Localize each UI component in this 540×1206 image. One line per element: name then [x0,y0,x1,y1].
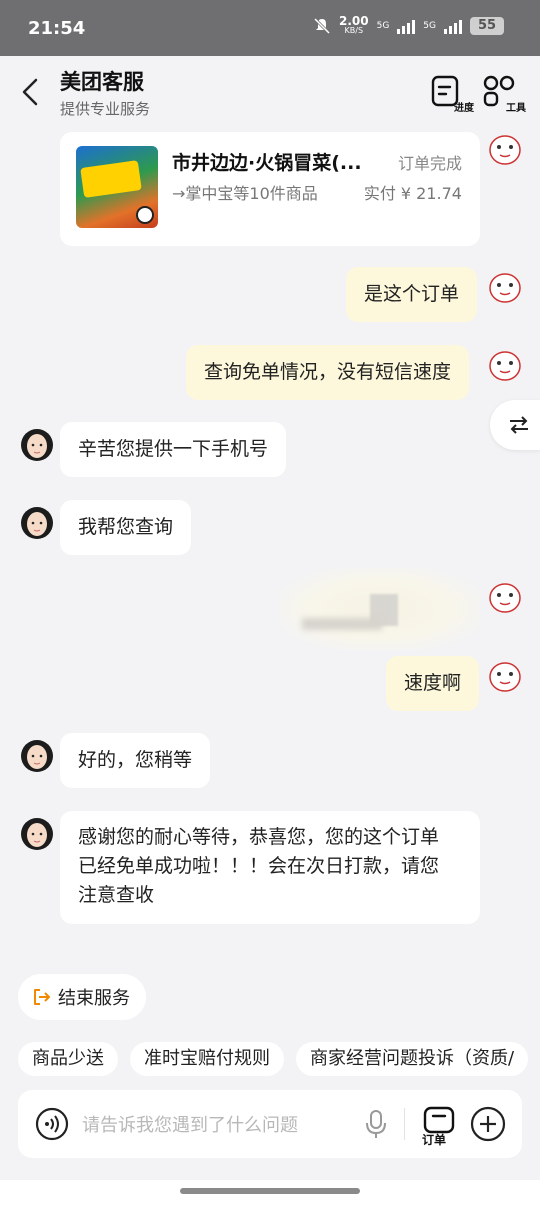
end-service-button[interactable]: 结束服务 [18,974,146,1020]
signal-2-bars-icon [444,18,462,34]
battery-icon: 55 [470,17,504,35]
exit-icon [34,989,50,1005]
message-input[interactable] [82,1112,352,1138]
progress-label: 进度 [454,103,474,114]
plus-icon[interactable] [470,1106,506,1142]
input-bar: 订单 [18,1090,522,1158]
message-bubble-agent: 辛苦您提供一下手机号 [60,422,287,477]
message-bubble-user: 速度啊 [386,656,480,711]
quick-reply-chips: 商品少送 准时宝赔付规则 商家经营问题投诉（资质/ [18,1042,540,1078]
order-price: 实付 ¥ 21.74 [363,184,462,203]
message-bubble-agent: 我帮您查询 [60,500,192,555]
message-bubble-agent: 感谢您的耐心等待，恭喜您，您的这个订单 已经免单成功啦！！！会在次日打款，请您 … [60,811,480,924]
signal-2-label: 5G [423,21,436,31]
message-line: 感谢您的耐心等待，恭喜您，您的这个订单 [78,826,440,848]
user-avatar [489,583,521,613]
quick-chip[interactable]: 商家经营问题投诉（资质/ [296,1042,529,1076]
tools-label: 工具 [506,103,526,114]
agent-avatar [21,740,53,772]
quick-chip[interactable]: 准时宝赔付规则 [130,1042,284,1076]
order-bag-icon [423,1106,455,1134]
agent-avatar [21,507,53,539]
net-speed: 2.00 KB/S [338,14,369,35]
microphone-icon[interactable] [364,1108,388,1140]
divider [404,1108,405,1140]
message-line: 注意查收 [78,884,155,906]
order-label: 订单 [422,1133,447,1147]
signal-1-label: 5G [376,21,390,31]
agent-avatar [21,429,53,461]
order-status: 订单完成 [397,154,462,173]
order-store-name: 市井边边·火锅冒菜(... [172,152,362,174]
tools-button[interactable]: 工具 [482,74,526,114]
signal-1-bars-icon [397,18,416,34]
agent-avatar [21,818,53,850]
user-avatar [489,135,521,165]
order-thumbnail [76,146,158,228]
status-bar: 21:54 2.00 KB/S 5G 5G 55 [0,0,540,56]
football-icon [136,206,154,224]
message-bubble-user: 是这个订单 [346,267,478,322]
user-avatar [489,273,521,303]
back-arrow-icon[interactable] [18,76,44,108]
message-bubble-user: 查询免单情况，没有短信速度 [186,345,470,400]
mute-bell-icon [313,17,331,35]
voice-input-icon[interactable] [34,1106,70,1142]
status-time: 21:54 [28,18,86,39]
quick-chip[interactable]: 商品少送 [18,1042,118,1076]
chat-area[interactable]: 市井边边·火锅冒菜(... 订单完成 →掌中宝等10件商品 实付 ¥ 21.74… [0,130,540,960]
message-bubble-agent: 好的，您稍等 [60,733,211,788]
home-indicator[interactable] [180,1188,360,1194]
page-title: 美团客服 [60,70,144,94]
page-subtitle: 提供专业服务 [60,100,151,118]
user-avatar [489,662,521,692]
order-button[interactable]: 订单 [420,1104,460,1147]
redacted-message [280,568,480,650]
user-avatar [489,351,521,381]
progress-button[interactable]: 进度 [430,74,474,114]
order-card[interactable]: 市井边边·火锅冒菜(... 订单完成 →掌中宝等10件商品 实付 ¥ 21.74 [60,132,480,246]
order-items: →掌中宝等10件商品 [172,184,318,203]
end-service-label: 结束服务 [58,988,130,1009]
status-icons: 2.00 KB/S 5G 5G 55 [313,14,504,36]
swap-button[interactable] [490,400,540,450]
swap-arrows-icon [510,416,528,434]
chat-header: 美团客服 提供专业服务 进度 工具 [0,56,540,130]
message-line: 已经免单成功啦！！！会在次日打款，请您 [78,855,440,877]
